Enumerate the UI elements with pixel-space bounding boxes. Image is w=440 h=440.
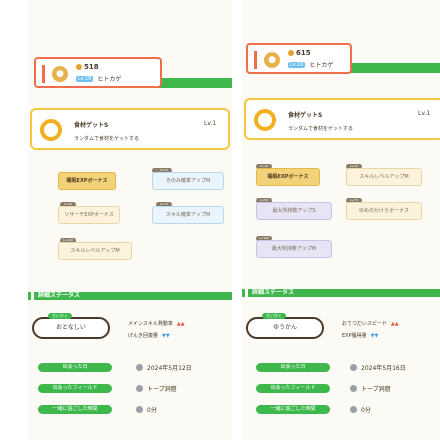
section-tick bbox=[245, 289, 248, 297]
pokemon-panel-left: ● 518 Lv.16 ヒトカゲ 食材ゲットS ランダムで食材をゲットする Lv.… bbox=[28, 0, 232, 440]
stat-label: EXP獲得量 bbox=[342, 333, 367, 339]
info-value: トープ洞窟 bbox=[361, 386, 391, 393]
pokemon-header-card[interactable]: ● 615 Lv.16 ヒトカゲ bbox=[246, 43, 352, 74]
info-row: トープ洞窟 bbox=[350, 384, 391, 393]
skill-icon bbox=[254, 109, 276, 131]
pokemon-count: 518 bbox=[84, 63, 99, 71]
calendar-icon bbox=[350, 364, 357, 371]
count-row: 518 bbox=[76, 63, 99, 71]
name-row: Lv.16 ヒトカゲ bbox=[76, 74, 121, 83]
stat-label: メインスキル発動率 bbox=[128, 321, 173, 327]
info-row: トープ洞窟 bbox=[136, 384, 177, 393]
header-accent-bar bbox=[350, 63, 440, 73]
info-row: 0分 bbox=[350, 405, 371, 414]
location-icon bbox=[350, 385, 357, 392]
subskill-tile[interactable]: ゆめのかけらボーナス bbox=[346, 202, 422, 220]
pokemon-icon: ● bbox=[52, 66, 68, 82]
berry-icon bbox=[288, 50, 294, 56]
info-value: トープ洞窟 bbox=[147, 386, 177, 393]
subskill-tile[interactable]: きのみ確率アップM bbox=[152, 172, 224, 190]
level-badge: Lv.16 bbox=[288, 61, 306, 68]
info-pill: 出会ったフィールド bbox=[256, 384, 330, 393]
calendar-icon bbox=[136, 364, 143, 371]
section-title: 詳細ステータス bbox=[252, 289, 295, 296]
info-value: 2024年5月16日 bbox=[361, 365, 406, 372]
header-stripe bbox=[254, 51, 257, 69]
info-pill: 一緒に過ごした時間 bbox=[256, 405, 330, 414]
subskill-tile[interactable]: スキルレベルアップM bbox=[58, 242, 132, 260]
main-skill-card[interactable]: 食材ゲットS ランダムで食材をゲットする Lv.1 bbox=[30, 108, 230, 150]
skill-title: 食材ゲットS bbox=[288, 112, 323, 119]
berry-icon bbox=[76, 64, 82, 70]
skill-subtitle: ランダムで食材をゲットする bbox=[288, 126, 354, 132]
stat-up-mark: ▲▲ bbox=[176, 320, 185, 327]
subskill-tile[interactable]: 最大所持数アップS bbox=[256, 202, 332, 220]
info-row: 2024年5月16日 bbox=[350, 363, 406, 372]
info-pill: 一緒に過ごした時間 bbox=[38, 405, 112, 414]
pokemon-compare-screen: ● 518 Lv.16 ヒトカゲ 食材ゲットS ランダムで食材をゲットする Lv.… bbox=[0, 0, 440, 440]
pokemon-panel-right: ● 615 Lv.16 ヒトカゲ 食材ゲットS ランダムで食材をゲットする Lv.… bbox=[242, 0, 440, 440]
skill-title: 食材ゲットS bbox=[74, 122, 109, 129]
nature-button[interactable]: ゆうかん bbox=[246, 317, 324, 339]
pokemon-name: ヒトカゲ bbox=[309, 62, 334, 69]
clock-icon bbox=[136, 406, 143, 413]
stat-label: げんき回復量 bbox=[128, 333, 159, 339]
skill-level: Lv.1 bbox=[418, 110, 431, 117]
level-badge: Lv.16 bbox=[76, 75, 94, 82]
skill-subtitle: ランダムで食材をゲットする bbox=[74, 136, 140, 142]
stat-down-mark: ▼▼ bbox=[162, 332, 170, 339]
header-stripe bbox=[42, 65, 45, 83]
skill-level: Lv.1 bbox=[204, 120, 217, 127]
section-header: 詳細ステータス bbox=[242, 289, 440, 297]
subskill-tile[interactable]: リサーチEXPボーナス bbox=[58, 206, 120, 224]
subskill-tile[interactable]: スキル確率アップM bbox=[152, 206, 224, 224]
nature-tag: せいかく bbox=[262, 313, 286, 319]
info-pill: 出会った日 bbox=[256, 363, 330, 372]
pokemon-name: ヒトカゲ bbox=[97, 76, 122, 83]
section-header: 詳細ステータス bbox=[28, 292, 232, 300]
pokemon-icon: ● bbox=[264, 52, 280, 68]
stat-label: おてつだいスピード bbox=[342, 321, 387, 327]
pokemon-count: 615 bbox=[296, 49, 311, 57]
nature-stat-up: メインスキル発動率 ▲▲ bbox=[128, 320, 185, 328]
nature-tag: せいかく bbox=[48, 313, 72, 319]
subskill-tile[interactable]: 最大所持数アップM bbox=[256, 240, 332, 258]
subskill-tile[interactable]: スキルレベルアップM bbox=[346, 168, 422, 186]
nature-stat-down: EXP獲得量 ▼▼ bbox=[342, 332, 379, 340]
clock-icon bbox=[350, 406, 357, 413]
stat-down-mark: ▼▼ bbox=[370, 332, 379, 339]
info-value: 0分 bbox=[361, 407, 371, 414]
info-pill: 出会ったフィールド bbox=[38, 384, 112, 393]
subskill-tile[interactable]: 睡眠EXPボーナス bbox=[256, 168, 320, 186]
stat-up-mark: ▲▲ bbox=[390, 320, 399, 327]
subskill-tile[interactable]: 睡眠EXPボーナス bbox=[58, 172, 116, 190]
name-row: Lv.16 ヒトカゲ bbox=[288, 60, 333, 69]
nature-button[interactable]: おとなしい bbox=[32, 317, 110, 339]
info-row: 2024年5月12日 bbox=[136, 363, 192, 372]
location-icon bbox=[136, 385, 143, 392]
nature-stat-down: げんき回復量 ▼▼ bbox=[128, 332, 170, 340]
info-pill: 出会った日 bbox=[38, 363, 112, 372]
section-tick bbox=[31, 292, 34, 300]
count-row: 615 bbox=[288, 49, 311, 57]
skill-icon bbox=[40, 119, 62, 141]
info-value: 0分 bbox=[147, 407, 157, 414]
info-value: 2024年5月12日 bbox=[147, 365, 192, 372]
pokemon-header-card[interactable]: ● 518 Lv.16 ヒトカゲ bbox=[34, 57, 162, 88]
info-row: 0分 bbox=[136, 405, 157, 414]
main-skill-card[interactable]: 食材ゲットS ランダムで食材をゲットする Lv.1 bbox=[244, 98, 440, 140]
section-title: 詳細ステータス bbox=[38, 292, 81, 299]
nature-stat-up: おてつだいスピード ▲▲ bbox=[342, 320, 399, 328]
